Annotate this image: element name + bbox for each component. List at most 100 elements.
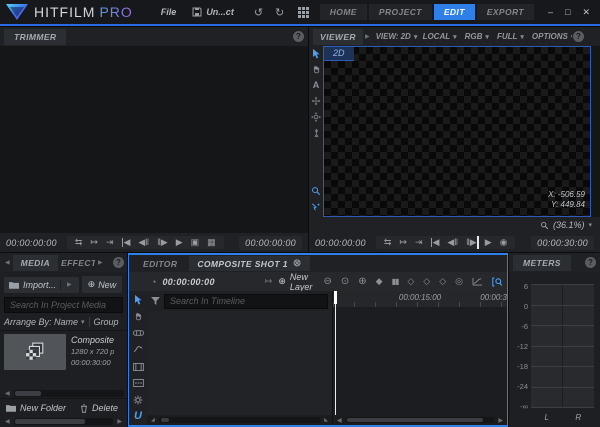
keyframe-smooth-icon[interactable]: ◇ <box>407 276 414 287</box>
layer-list-area[interactable] <box>147 311 332 415</box>
undo-icon[interactable]: ↺ <box>254 6 263 19</box>
viewport-2d-tab[interactable]: 2D <box>324 47 354 61</box>
text-tool-icon[interactable]: A <box>313 80 320 90</box>
track-area[interactable] <box>333 307 507 415</box>
media-item-composite[interactable]: Composite 1280 x 720 p 00:00:30:00 <box>4 334 127 370</box>
export-frame-icon[interactable]: ↦ <box>90 238 98 247</box>
delete-button[interactable]: Delete <box>80 403 118 413</box>
close-tab-icon[interactable]: ⊗ <box>293 258 302 269</box>
insert-to-timeline-icon[interactable]: ▣ <box>191 238 200 247</box>
keyframe-bezier-icon[interactable]: ◇ <box>423 276 430 287</box>
filmstrip-display-icon[interactable] <box>130 360 147 374</box>
viewer-tab[interactable]: VIEWER <box>313 29 363 45</box>
overlay-to-timeline-icon[interactable]: ▦ <box>207 238 216 247</box>
scroll-left-icon[interactable]: ◀ <box>3 418 12 425</box>
timeline-scrollbar[interactable] <box>346 417 495 423</box>
media-search-input[interactable] <box>4 297 123 313</box>
snap-magnet-icon[interactable]: U <box>130 409 147 423</box>
step-forward-icon[interactable]: ‖▶ <box>466 238 477 247</box>
anchor-point-tool-icon[interactable] <box>312 128 321 138</box>
play-button[interactable]: ▶ <box>485 238 492 247</box>
scroll-right-icon[interactable]: ▶ <box>115 418 124 425</box>
media-panel-scrollbar[interactable] <box>14 418 114 425</box>
zoom-handle-left[interactable]: ◢ <box>149 417 157 423</box>
step-back-icon[interactable]: ◀‖ <box>138 238 149 247</box>
editor-timecode[interactable]: 00:00:00:00 <box>162 277 214 287</box>
redo-icon[interactable]: ↻ <box>275 6 284 19</box>
go-to-in-icon[interactable]: ⇥ <box>106 238 114 247</box>
nav-tab-project[interactable]: PROJECT <box>369 4 432 20</box>
nav-tab-home[interactable]: HOME <box>320 4 367 20</box>
keyframe-manual-icon[interactable]: ◇ <box>439 276 446 287</box>
select-tool-icon[interactable] <box>130 293 147 307</box>
meters-tab[interactable]: METERS <box>513 255 571 271</box>
step-back-icon[interactable]: ◀‖ <box>447 238 458 247</box>
keyframe-auto-icon[interactable]: ◎ <box>455 276 463 287</box>
playhead-marker[interactable] <box>477 236 479 249</box>
value-graph-icon[interactable] <box>472 277 483 286</box>
window-maximize-button[interactable]: □ <box>565 7 570 17</box>
save-icon[interactable] <box>192 7 202 17</box>
timeline-playhead[interactable] <box>335 291 336 415</box>
window-close-button[interactable]: ✕ <box>582 7 590 18</box>
tab-scroll-left-icon[interactable]: ◀ <box>3 259 12 266</box>
zoom-to-fit-icon[interactable] <box>492 277 503 287</box>
scroll-left-icon[interactable]: ◀ <box>335 417 344 424</box>
zoom-handle-right[interactable]: ◣ <box>322 417 330 423</box>
trimmer-out-timecode[interactable]: 00:00:00:00 <box>239 236 302 250</box>
rate-stretch-tool-icon[interactable] <box>130 342 147 356</box>
panel-tab-overflow-icon[interactable]: ▶ <box>365 33 370 40</box>
window-minimize-button[interactable]: – <box>548 7 553 17</box>
editor-tab[interactable]: EDITOR <box>131 257 189 271</box>
transform-tool-icon[interactable] <box>311 96 321 106</box>
trimmer-current-timecode[interactable]: 00:00:00:00 <box>6 238 57 248</box>
next-keyframe-icon[interactable]: ⊕ <box>358 276 366 287</box>
filter-funnel-icon[interactable] <box>151 297 160 305</box>
add-keyframe-icon[interactable]: ⊙ <box>341 276 349 287</box>
loop-playback-icon[interactable]: ⇆ <box>75 238 83 247</box>
hand-tool-icon[interactable] <box>312 65 321 74</box>
help-icon[interactable]: ? <box>573 31 584 42</box>
nav-tab-export[interactable]: EXPORT <box>477 4 534 20</box>
space-dropdown[interactable]: LOCAL▾ <box>419 32 461 41</box>
project-name[interactable]: Un...ct <box>206 7 234 17</box>
timeline-search-input[interactable] <box>164 294 328 309</box>
zoom-tool-icon[interactable] <box>311 186 321 196</box>
help-icon[interactable]: ? <box>293 31 304 42</box>
options-dropdown[interactable]: OPTIONS▾ <box>528 32 572 41</box>
workspace-grid-icon[interactable] <box>298 7 309 18</box>
orbit-tool-icon[interactable] <box>311 112 321 122</box>
hand-tool-icon[interactable] <box>130 309 147 323</box>
viewer-out-timecode[interactable]: 00:00:30:00 <box>531 236 594 250</box>
export-frame-icon[interactable]: ↦ <box>399 238 407 247</box>
scroll-right-icon[interactable]: ▶ <box>496 417 505 424</box>
go-to-in-icon[interactable]: ⇥ <box>415 238 423 247</box>
keyframe-linear-icon[interactable]: ◆ <box>376 276 383 287</box>
media-list-scrollbar[interactable] <box>14 390 124 397</box>
previous-frame-icon[interactable]: ◀ <box>431 238 440 247</box>
arrange-by-dropdown[interactable]: Arrange By: Name▾ <box>4 317 85 327</box>
pan-view-tool-icon[interactable] <box>311 202 321 212</box>
previous-frame-icon[interactable]: ◀ <box>122 238 131 247</box>
group-by-dropdown[interactable]: Group <box>94 317 119 327</box>
timeline-zoom-scrollbar[interactable] <box>159 417 320 423</box>
effects-tab[interactable]: EFFECTS <box>59 255 95 271</box>
new-folder-button[interactable]: New Folder <box>6 403 66 413</box>
export-contents-icon[interactable]: ↦ <box>265 276 273 287</box>
composite-shot-tab[interactable]: COMPOSITE SHOT 1 ⊗ <box>189 256 309 271</box>
chevron-down-icon[interactable]: ▾ <box>588 221 592 229</box>
view-mode-dropdown[interactable]: VIEW: 2D▾ <box>372 32 419 41</box>
viewer-canvas[interactable]: 2D X: -506.59 Y: 449.84 <box>323 46 591 217</box>
media-tab[interactable]: MEDIA <box>13 255 58 271</box>
quality-dropdown[interactable]: FULL▾ <box>493 32 528 41</box>
trimmer-tab[interactable]: TRIMMER <box>4 29 66 45</box>
loop-playback-icon[interactable]: ⇆ <box>384 238 392 247</box>
select-tool-icon[interactable] <box>312 49 321 59</box>
import-button[interactable]: Import... ▶ <box>4 277 79 293</box>
help-icon[interactable]: ? <box>113 257 124 268</box>
zoom-level-value[interactable]: (36.1%) <box>553 220 585 230</box>
play-button[interactable]: ▶ <box>176 238 183 247</box>
waveform-display-icon[interactable] <box>130 376 147 390</box>
nav-tab-edit[interactable]: EDIT <box>434 4 475 20</box>
new-button[interactable]: ⊕ New <box>82 276 123 293</box>
